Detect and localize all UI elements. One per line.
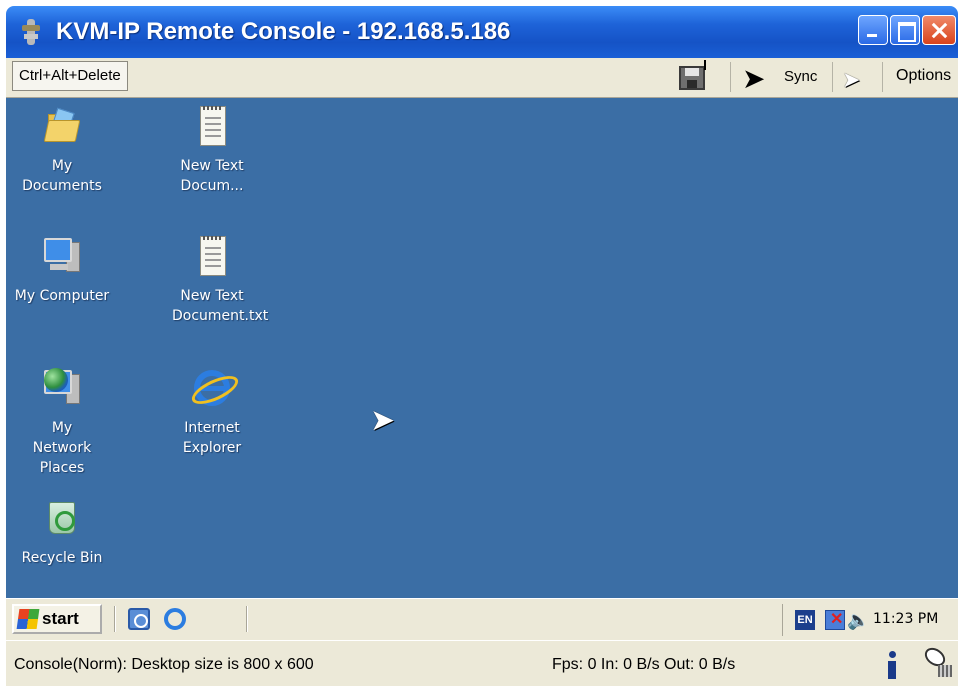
sync-button[interactable]: Sync: [784, 68, 817, 85]
fps-status-text: Fps: 0 In: 0 B/s Out: 0 B/s: [552, 656, 736, 673]
desktop-icon-my-documents[interactable]: My Documents: [12, 106, 112, 196]
desktop-icon-my-network-places[interactable]: My Network Places: [12, 368, 112, 478]
maximize-button[interactable]: [890, 15, 920, 45]
remote-desktop[interactable]: My Documents New Text Docum... My Comput…: [6, 98, 958, 598]
desktop-icon-label: New Text Document.txt: [172, 288, 269, 324]
window-title-bar[interactable]: KVM-IP Remote Console - 192.168.5.186: [6, 6, 958, 58]
desktop-icon-my-computer[interactable]: My Computer: [12, 236, 112, 306]
start-label: start: [42, 609, 79, 628]
text-document-icon: [192, 106, 232, 146]
ctrl-alt-delete-button[interactable]: Ctrl+Alt+Delete: [12, 61, 128, 91]
kvm-app-icon: [20, 19, 42, 45]
recycle-bin-icon: [42, 498, 82, 538]
volume-icon[interactable]: 🔈: [847, 610, 869, 630]
desktop-icon-label: My Network Places: [32, 420, 92, 476]
console-status-text: Console(Norm): Desktop size is 800 x 600: [14, 656, 314, 673]
minimize-button[interactable]: [858, 15, 888, 45]
quick-launch-ie-icon[interactable]: [164, 608, 186, 630]
remote-taskbar: start EN 🔈 11:23 PM: [6, 598, 958, 640]
options-button[interactable]: Options: [896, 67, 951, 85]
close-button[interactable]: [922, 15, 956, 45]
desktop-icon-new-text-document[interactable]: New Text Docum...: [162, 106, 262, 196]
show-desktop-icon[interactable]: [128, 608, 150, 630]
mouse-pointer-icon: ➤: [370, 404, 396, 437]
desktop-icon-label: Internet Explorer: [182, 420, 242, 456]
toolbar-separator: [832, 62, 833, 92]
text-document-icon: [192, 236, 232, 276]
cursor-icon[interactable]: ➤: [742, 65, 765, 93]
internet-explorer-icon: [192, 368, 232, 408]
language-indicator[interactable]: EN: [795, 610, 815, 630]
desktop-icon-recycle-bin[interactable]: Recycle Bin: [12, 498, 112, 568]
toolbar-separator: [730, 62, 731, 92]
system-tray: EN 🔈 11:23 PM: [782, 604, 954, 636]
desktop-icon-label: My Documents: [22, 158, 102, 194]
desktop-icon-label: New Text Docum...: [180, 158, 244, 194]
desktop-icon-label: Recycle Bin: [21, 550, 103, 566]
network-disconnected-icon[interactable]: [825, 609, 845, 630]
quick-launch-separator: [114, 606, 116, 632]
network-places-icon: [42, 368, 82, 408]
my-computer-icon: [42, 236, 82, 276]
info-icon[interactable]: [886, 651, 898, 681]
windows-logo-icon: [16, 609, 40, 629]
save-icon[interactable]: [679, 60, 707, 90]
clock[interactable]: 11:23 PM: [873, 611, 938, 627]
window-title: KVM-IP Remote Console - 192.168.5.186: [56, 18, 511, 45]
my-documents-icon: [42, 106, 82, 146]
mouse-sync-icon[interactable]: [920, 647, 954, 681]
desktop-icon-internet-explorer[interactable]: Internet Explorer: [162, 368, 262, 458]
desktop-icon-label: My Computer: [14, 288, 110, 304]
console-toolbar: Ctrl+Alt+Delete ➤ Sync ➤ Options: [6, 58, 958, 98]
console-status-bar: Console(Norm): Desktop size is 800 x 600…: [6, 640, 958, 686]
quick-launch-separator: [246, 606, 248, 632]
toolbar-separator: [882, 62, 883, 92]
start-button[interactable]: start: [12, 604, 102, 634]
desktop-icon-new-text-document-txt[interactable]: New Text Document.txt: [162, 236, 269, 326]
hollow-cursor-icon[interactable]: ➤: [842, 66, 860, 94]
